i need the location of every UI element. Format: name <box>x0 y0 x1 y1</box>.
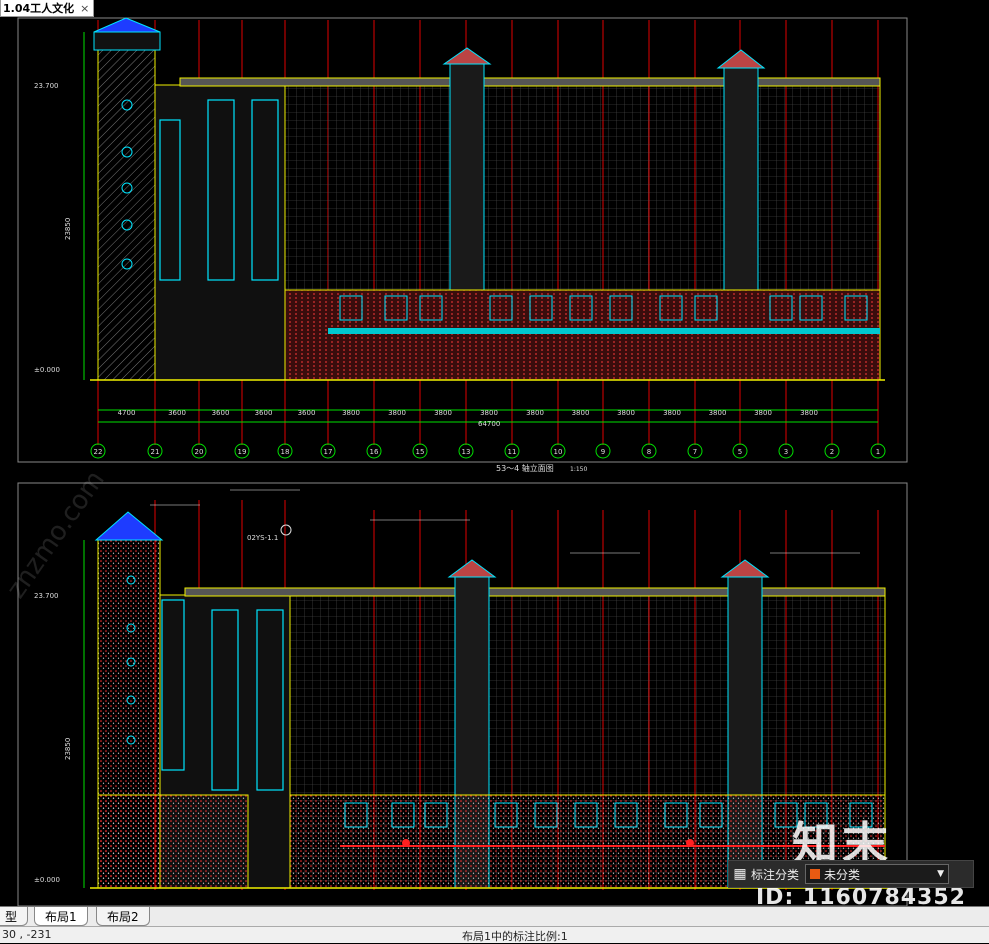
tab-layout1[interactable]: 布局1 <box>34 907 88 926</box>
tab-layout2[interactable]: 布局2 <box>96 907 150 926</box>
axis-label: 22 <box>94 448 103 456</box>
grid-icon[interactable]: ▦ <box>729 866 751 882</box>
annotation-category-label: 标注分类 <box>751 867 800 882</box>
tab-layout2-label: 布局2 <box>107 909 139 924</box>
category-swatch <box>810 869 821 879</box>
bay-dimension: 3600 <box>168 409 186 417</box>
axis-label: 21 <box>151 448 160 456</box>
bay-dimension: 3800 <box>709 409 727 417</box>
bay-dimension: 3800 <box>800 409 818 417</box>
top-caption: 53～4 轴立面图 <box>496 463 554 473</box>
document-tab-title: 1.04工人文化 <box>3 2 75 15</box>
tab-model-label: 型 <box>5 909 18 924</box>
axis-label: 2 <box>830 448 834 456</box>
bay-dimension: 3600 <box>255 409 273 417</box>
axis-label: 11 <box>508 448 517 456</box>
axis-label: 9 <box>601 448 605 456</box>
bay-dimension: 3600 <box>212 409 230 417</box>
axis-label: 1 <box>876 448 880 456</box>
top-height-dim: 23850 <box>64 218 72 240</box>
bay-dimension: 3800 <box>526 409 544 417</box>
status-bar: 30 , -231 布局1中的标注比例:1 <box>0 926 989 943</box>
bay-dimension: 3800 <box>480 409 498 417</box>
bay-dimension: 3800 <box>754 409 772 417</box>
document-tab[interactable]: 1.04工人文化 × <box>0 0 95 17</box>
axis-label: 5 <box>738 448 742 456</box>
bottom-elev-zero: ±0.000 <box>34 876 60 884</box>
tab-model[interactable]: 型 <box>0 907 29 926</box>
bay-dimension: 3800 <box>434 409 452 417</box>
annotation-category-value: 未分类 <box>824 867 861 882</box>
bottom-height-dim: 23850 <box>64 738 72 760</box>
axis-label: 20 <box>195 448 204 456</box>
axis-label: 13 <box>462 448 471 456</box>
top-total-dim: 64700 <box>478 420 500 428</box>
close-icon[interactable]: × <box>80 2 89 15</box>
bay-dimension: 3800 <box>663 409 681 417</box>
bottom-elevation <box>83 489 890 890</box>
chevron-down-icon: ▼ <box>937 869 945 879</box>
annotation-category-select[interactable]: 未分类 ▼ <box>805 864 950 884</box>
bay-dimension: 3800 <box>572 409 590 417</box>
axis-label: 17 <box>324 448 333 456</box>
axis-label: 16 <box>370 448 379 456</box>
axis-label: 18 <box>281 448 290 456</box>
bay-dimension: 3800 <box>342 409 360 417</box>
layout-tab-bar: 型 布局1 布局2 <box>0 906 989 927</box>
annotation-category-bar: ▦ 标注分类 未分类 ▼ <box>728 860 974 888</box>
top-elev-top: 23.700 <box>34 82 59 90</box>
axis-label: 8 <box>647 448 651 456</box>
bay-dimension: 3800 <box>617 409 635 417</box>
axis-label: 3 <box>784 448 788 456</box>
axis-label: 15 <box>416 448 425 456</box>
top-elev-zero: ±0.000 <box>34 366 60 374</box>
axis-label: 7 <box>693 448 697 456</box>
axis-label: 10 <box>554 448 563 456</box>
top-caption-scale: 1:150 <box>570 466 587 473</box>
drawing-canvas[interactable]: 23.700 ±0.000 64700 23850 4700 3600 3600 36… <box>0 0 989 906</box>
cursor-coordinates: 30 , -231 <box>2 928 52 941</box>
bottom-callout: 02YS-1.1 <box>247 534 278 542</box>
bay-dimension: 3600 <box>298 409 316 417</box>
bay-dimension: 4700 <box>118 409 136 417</box>
axis-label: 19 <box>238 448 247 456</box>
top-elevation <box>83 17 885 445</box>
callout-circle <box>280 524 292 536</box>
tab-layout1-label: 布局1 <box>45 909 77 924</box>
bay-dimension: 3800 <box>388 409 406 417</box>
bottom-elev-top: 23.700 <box>34 592 59 600</box>
